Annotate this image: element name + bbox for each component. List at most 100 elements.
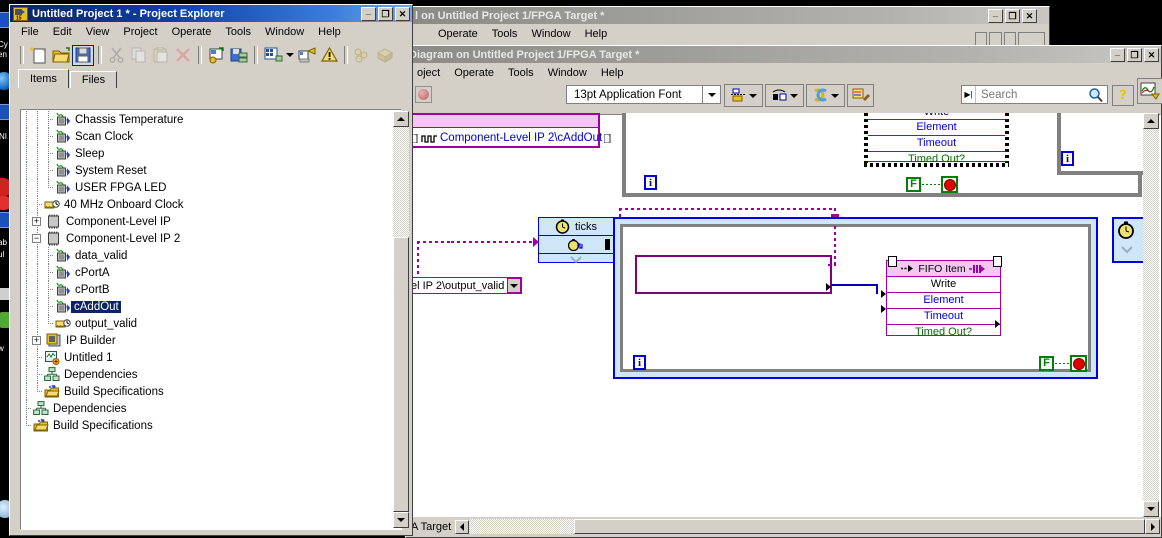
tree-scroll-up-button[interactable] (393, 111, 409, 127)
menu-window[interactable]: Window (541, 65, 594, 81)
project-explorer-close-button[interactable]: ✕ (395, 6, 410, 21)
tree-item-build-specifications[interactable]: Build Specifications (21, 383, 386, 400)
main-loop-iteration-terminal[interactable]: i (633, 355, 646, 370)
abort-stop-icon[interactable] (412, 84, 434, 105)
pe-menu-file[interactable]: File (14, 24, 46, 40)
tree-scroll-down-button[interactable] (393, 512, 409, 528)
tree-expand-button[interactable]: + (32, 332, 45, 349)
help-button[interactable]: ? (1112, 85, 1134, 106)
output-valid-selector[interactable]: el IP 2\output_valid (407, 277, 522, 294)
tree-item-cportb[interactable]: cPortB (21, 281, 386, 298)
tree-item-cporta[interactable]: cPortA (21, 264, 386, 281)
front-panel-menu-window[interactable]: Window (524, 26, 577, 42)
tree-item-40-mhz-onboard-clock[interactable]: 40 MHz Onboard Clock (21, 196, 386, 213)
chevron-down-icon[interactable] (539, 254, 613, 265)
tree-item-output-valid[interactable]: output_valid (21, 315, 386, 332)
warning-icon[interactable] (318, 45, 340, 66)
horizontal-scrollbar-track-left[interactable] (469, 519, 575, 534)
statusbar-left-arrow-button[interactable] (455, 519, 470, 534)
tree-collapse-button[interactable]: − (32, 230, 45, 247)
tree-item-caddout[interactable]: cAddOut (21, 298, 386, 315)
front-panel-titlebar[interactable]: l on Untitled Project 1/FPGA Target * (412, 7, 1049, 24)
output-valid-dropdown-icon[interactable] (507, 278, 521, 293)
context-help-button[interactable] (1137, 78, 1162, 104)
block-diagram-toolbar[interactable]: 13pt Application Font ▶| Search ? (406, 82, 1161, 107)
project-explorer-maximize-button[interactable]: ❐ (378, 6, 393, 21)
clip-function-node[interactable]: Component-Level IP 2\cAddOut (407, 113, 611, 148)
project-explorer-menubar[interactable]: File Edit View Project Operate Tools Win… (10, 22, 412, 41)
block-diagram-maximize-button[interactable]: ❐ (1127, 47, 1142, 62)
clean-up-diagram-button[interactable] (847, 84, 874, 107)
front-panel-menu-help[interactable]: Help (578, 26, 615, 42)
inner-loop-frame[interactable] (620, 224, 1091, 372)
font-selector[interactable]: 13pt Application Font (566, 85, 721, 104)
project-tree-scrollbar[interactable] (393, 111, 409, 528)
tree-item-sleep[interactable]: Sleep (21, 145, 386, 162)
search-input[interactable]: ▶| Search (961, 85, 1108, 104)
project-tree[interactable]: Chassis Temperature Scan Clock Sleep System… (21, 110, 386, 434)
menu-tools[interactable]: Tools (501, 65, 541, 81)
tab-files[interactable]: Files (69, 71, 118, 88)
main-loop-false-constant[interactable]: F (1039, 356, 1054, 371)
block-diagram-window-buttons[interactable]: _ ❐ ✕ (1110, 47, 1159, 62)
tree-item-system-reset[interactable]: System Reset (21, 162, 386, 179)
pe-menu-help[interactable]: Help (311, 24, 348, 40)
timed-loop-source-row[interactable] (539, 236, 613, 254)
tree-item-scan-clock[interactable]: Scan Clock (21, 128, 386, 145)
menu-project[interactable]: oject (410, 65, 447, 81)
tree-item-build-specifications[interactable]: Build Specifications (21, 417, 386, 434)
project-explorer-toolbar[interactable] (10, 41, 412, 69)
pe-menu-tools[interactable]: Tools (218, 24, 258, 40)
tree-expand-button[interactable]: + (32, 213, 45, 230)
search-scope-icon[interactable]: ▶| (962, 86, 976, 103)
tree-scroll-thumb[interactable] (393, 237, 409, 512)
project-explorer-minimize-button[interactable]: _ (361, 6, 376, 21)
save-all-icon[interactable] (228, 45, 250, 66)
tree-item-component-level-ip-2[interactable]: − Component-Level IP 2 (21, 230, 386, 247)
tree-item-untitled-1[interactable]: Untitled 1 (21, 349, 386, 366)
tree-item-component-level-ip[interactable]: + Component-Level IP (21, 213, 386, 230)
diagram-scroll-track[interactable] (1143, 129, 1159, 501)
show-items-dropdown-arrow-icon[interactable] (284, 53, 296, 57)
pe-menu-view[interactable]: View (79, 24, 117, 40)
project-explorer-tabs[interactable]: Items Files (10, 69, 412, 88)
pe-menu-operate[interactable]: Operate (165, 24, 219, 40)
save-icon[interactable] (72, 44, 94, 66)
front-panel-maximize-button[interactable]: ❐ (1005, 9, 1020, 23)
top-loop-iteration-terminal[interactable]: i (644, 175, 657, 190)
diagram-scroll-down-button[interactable] (1143, 501, 1159, 517)
tab-items[interactable]: Items (18, 69, 69, 88)
diagram-scroll-up-button[interactable] (1143, 113, 1159, 129)
timed-loop-input-terminal[interactable] (605, 239, 610, 250)
align-objects-button[interactable] (724, 84, 763, 107)
tree-item-data-valid[interactable]: data_valid (21, 247, 386, 264)
reorder-button[interactable] (806, 84, 845, 107)
font-dropdown-arrow-icon[interactable] (702, 86, 720, 103)
pe-menu-project[interactable]: Project (116, 24, 164, 40)
open-folder-icon[interactable] (50, 45, 72, 66)
tree-scroll-track-upper[interactable] (393, 127, 409, 237)
project-explorer-titlebar[interactable]: 15 Untitled Project 1 * - Project Explor… (10, 5, 412, 22)
top-loop-stop-terminal[interactable] (941, 176, 958, 193)
menu-operate[interactable]: Operate (447, 65, 501, 81)
project-tree-panel[interactable]: Chassis Temperature Scan Clock Sleep System… (20, 109, 402, 530)
front-panel-window-buttons[interactable]: _ ❐ ✕ (988, 9, 1037, 23)
new-file-icon[interactable] (28, 45, 50, 66)
top-loop-false-constant[interactable]: F (906, 177, 921, 192)
horizontal-scrollbar-right-button[interactable] (1145, 519, 1160, 534)
block-diagram-titlebar[interactable]: Diagram on Untitled Project 1/FPGA Targe… (406, 46, 1161, 63)
horizontal-scrollbar-thumb[interactable] (574, 519, 1145, 534)
tree-item-chassis-temperature[interactable]: Chassis Temperature (21, 111, 386, 128)
main-loop-stop-terminal[interactable] (1070, 355, 1087, 372)
block-diagram-menubar[interactable]: oject Operate Tools Window Help (406, 63, 1161, 82)
front-panel-menubar[interactable]: Operate Tools Window Help (412, 24, 1049, 43)
pe-menu-window[interactable]: Window (258, 24, 311, 40)
tree-item-dependencies[interactable]: Dependencies (21, 366, 386, 383)
highlight-icon[interactable] (296, 45, 318, 66)
tree-item-ip-builder[interactable]: + IP Builder (21, 332, 386, 349)
right-structure-iteration-terminal[interactable]: i (1061, 151, 1074, 166)
front-panel-close-button[interactable]: ✕ (1022, 9, 1037, 23)
front-panel-minimize-button[interactable]: _ (988, 9, 1003, 23)
front-panel-menu-operate[interactable]: Operate (431, 26, 485, 42)
right-structure-chevron-icon[interactable] (1119, 243, 1135, 257)
